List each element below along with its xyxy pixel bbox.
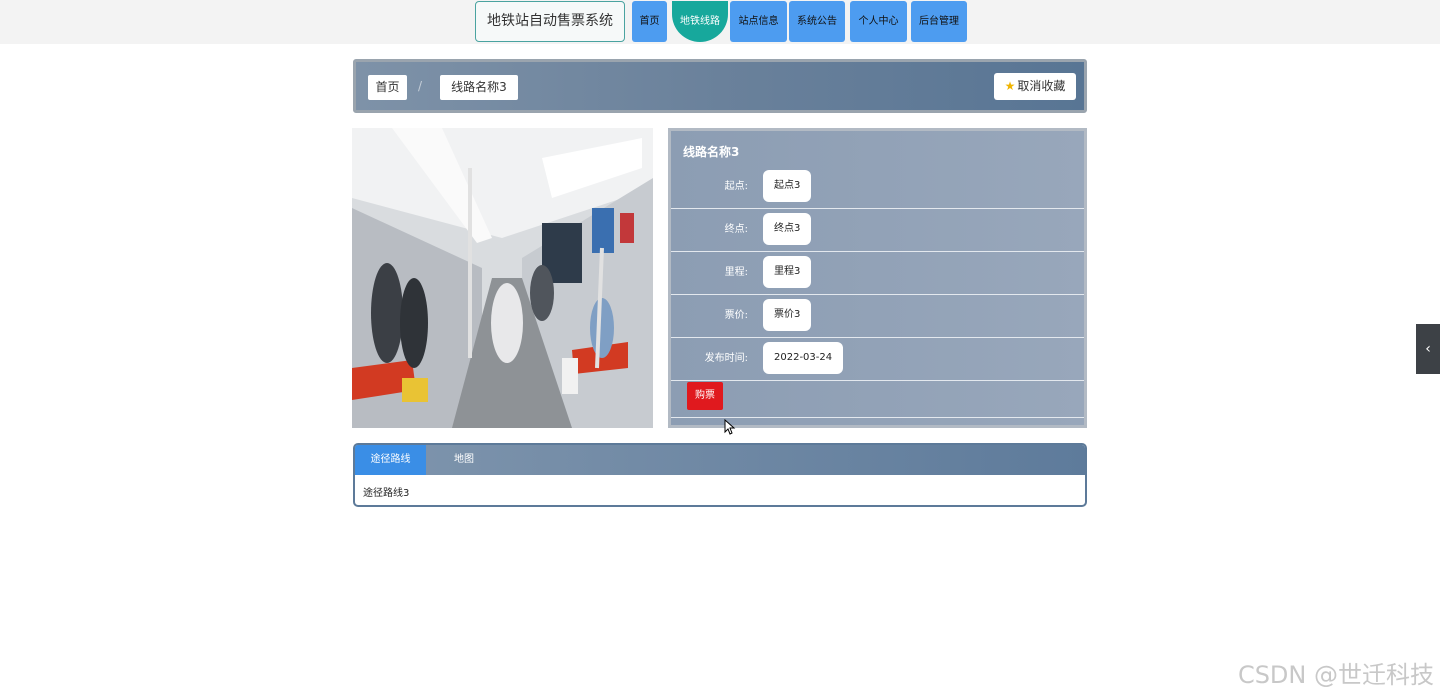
field-row-mileage: 里程: 里程3 bbox=[671, 252, 1084, 295]
nav-announcements[interactable]: 系统公告 bbox=[789, 1, 845, 42]
field-value: 终点3 bbox=[763, 213, 812, 245]
side-panel-toggle[interactable]: ‹ bbox=[1416, 324, 1440, 374]
mouse-cursor-icon bbox=[724, 419, 736, 435]
nav-personal-center[interactable]: 个人中心 bbox=[850, 1, 907, 42]
nav-admin[interactable]: 后台管理 bbox=[911, 1, 967, 42]
field-row-publish-time: 发布时间: 2022-03-24 bbox=[671, 338, 1084, 381]
tab-map[interactable]: 地图 bbox=[429, 445, 499, 475]
tab-route[interactable]: 途径路线 bbox=[355, 445, 426, 475]
star-icon: ★ bbox=[1004, 79, 1016, 93]
nav-station-info[interactable]: 站点信息 bbox=[730, 1, 787, 42]
field-label: 票价: bbox=[724, 310, 748, 321]
line-photo bbox=[352, 128, 653, 428]
field-label: 起点: bbox=[724, 181, 748, 192]
unfavorite-label: 取消收藏 bbox=[1017, 79, 1066, 93]
unfavorite-button[interactable]: ★ 取消收藏 bbox=[994, 73, 1076, 100]
field-value: 2022-03-24 bbox=[763, 342, 844, 374]
tab-content: 途径路线3 bbox=[363, 488, 410, 499]
breadcrumb-home[interactable]: 首页 bbox=[368, 75, 407, 100]
divider bbox=[671, 417, 1084, 418]
site-title[interactable]: 地铁站自动售票系统 bbox=[475, 1, 625, 42]
nav-home[interactable]: 首页 bbox=[632, 1, 667, 42]
field-row-price: 票价: 票价3 bbox=[671, 295, 1084, 338]
field-value: 里程3 bbox=[763, 256, 812, 288]
breadcrumb-current: 线路名称3 bbox=[440, 75, 518, 100]
info-tabs: 途径路线 地图 途径路线3 bbox=[353, 443, 1087, 507]
field-row-end: 终点: 终点3 bbox=[671, 209, 1084, 252]
top-nav-bar: 地铁站自动售票系统 首页 地铁线路 站点信息 系统公告 个人中心 后台管理 bbox=[0, 0, 1440, 44]
nav-metro-lines[interactable]: 地铁线路 bbox=[672, 1, 728, 42]
field-label: 终点: bbox=[724, 224, 748, 235]
chevron-left-icon: ‹ bbox=[1425, 341, 1431, 357]
field-value: 起点3 bbox=[763, 170, 812, 202]
breadcrumb-separator: / bbox=[418, 79, 423, 93]
line-detail-panel: 线路名称3 起点: 起点3 终点: 终点3 里程: 里程3 票价: 票价3 发布… bbox=[668, 128, 1087, 428]
tabs-bar: 途径路线 地图 bbox=[355, 445, 1085, 475]
field-row-start: 起点: 起点3 bbox=[671, 166, 1084, 209]
watermark: CSDN @世迁科技 bbox=[1237, 661, 1434, 689]
field-value: 票价3 bbox=[763, 299, 812, 331]
buy-ticket-button[interactable]: 购票 bbox=[687, 382, 723, 410]
field-label: 发布时间: bbox=[704, 353, 748, 364]
line-name-title: 线路名称3 bbox=[683, 145, 740, 159]
field-label: 里程: bbox=[724, 267, 748, 278]
breadcrumb: 首页 / 线路名称3 ★ 取消收藏 bbox=[353, 59, 1087, 113]
